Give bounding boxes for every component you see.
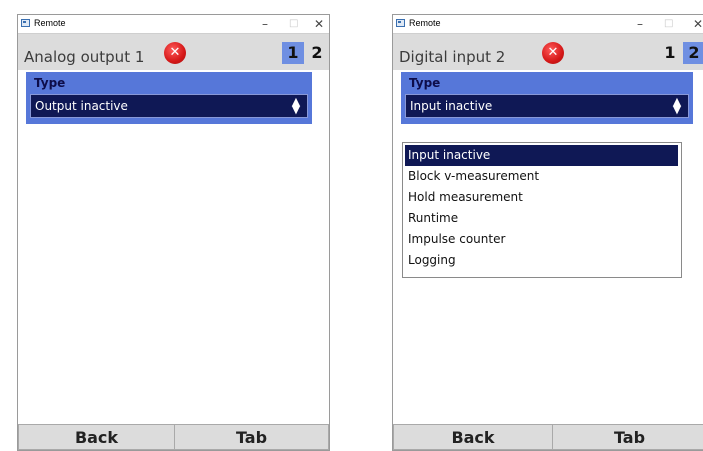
type-select-value: Output inactive <box>35 99 128 113</box>
page-title: Digital input 2 <box>399 48 506 66</box>
remote-window-analog-output: Remote – □ ✕ Analog output 1 ✕ 1 2 Type … <box>17 14 330 451</box>
tab-1[interactable]: 1 <box>659 42 681 64</box>
soft-key-bar: Back Tab <box>18 424 329 450</box>
screen-header: Analog output 1 ✕ 1 2 <box>18 34 329 70</box>
back-button[interactable]: Back <box>18 424 175 450</box>
content-area: Type Output inactive ▲ ▼ <box>18 70 329 424</box>
device-screen: Digital input 2 ✕ 1 2 Type Input inactiv… <box>393 34 703 450</box>
dropdown-option-input-inactive[interactable]: Input inactive <box>405 145 678 166</box>
device-screen: Analog output 1 ✕ 1 2 Type Output inacti… <box>18 34 329 450</box>
minimize-button[interactable]: – <box>259 16 271 32</box>
close-button[interactable]: ✕ <box>693 16 703 32</box>
tab-button[interactable]: Tab <box>552 424 703 450</box>
window-title: Remote <box>409 18 441 28</box>
type-label: Type <box>409 76 441 90</box>
tab-2[interactable]: 2 <box>683 42 703 64</box>
tab-button[interactable]: Tab <box>174 424 329 450</box>
screen-header: Digital input 2 ✕ 1 2 <box>393 34 703 70</box>
type-select[interactable]: Input inactive ▲ ▼ <box>405 94 689 118</box>
type-field: Type Output inactive ▲ ▼ <box>26 72 312 124</box>
up-down-arrow-icon: ▲ ▼ <box>669 96 685 115</box>
type-dropdown-list: Input inactive Block v-measurement Hold … <box>402 142 682 278</box>
remote-window-digital-input: Remote – □ ✕ Digital input 2 ✕ 1 2 Type … <box>392 14 703 451</box>
close-button[interactable]: ✕ <box>314 16 324 32</box>
tab-2[interactable]: 2 <box>306 42 328 64</box>
type-label: Type <box>34 76 66 90</box>
maximize-button[interactable]: □ <box>289 16 298 32</box>
app-icon <box>396 19 405 27</box>
back-button[interactable]: Back <box>393 424 553 450</box>
error-x-icon: ✕ <box>164 42 186 64</box>
window-title: Remote <box>34 18 66 28</box>
maximize-button[interactable]: □ <box>664 16 673 32</box>
dropdown-option-logging[interactable]: Logging <box>405 250 678 271</box>
app-icon <box>21 19 30 27</box>
dropdown-option-runtime[interactable]: Runtime <box>405 208 678 229</box>
title-bar[interactable]: Remote – □ ✕ <box>18 15 329 34</box>
minimize-button[interactable]: – <box>634 16 646 32</box>
dropdown-option-hold-measurement[interactable]: Hold measurement <box>405 187 678 208</box>
type-select[interactable]: Output inactive ▲ ▼ <box>30 94 308 118</box>
type-field: Type Input inactive ▲ ▼ <box>401 72 693 124</box>
title-bar[interactable]: Remote – □ ✕ <box>393 15 703 34</box>
page-title: Analog output 1 <box>24 48 145 66</box>
soft-key-bar: Back Tab <box>393 424 703 450</box>
up-down-arrow-icon: ▲ ▼ <box>288 96 304 115</box>
type-select-value: Input inactive <box>410 99 493 113</box>
dropdown-option-block-v-measurement[interactable]: Block v-measurement <box>405 166 678 187</box>
dropdown-option-impulse-counter[interactable]: Impulse counter <box>405 229 678 250</box>
error-x-icon: ✕ <box>542 42 564 64</box>
tab-1[interactable]: 1 <box>282 42 304 64</box>
